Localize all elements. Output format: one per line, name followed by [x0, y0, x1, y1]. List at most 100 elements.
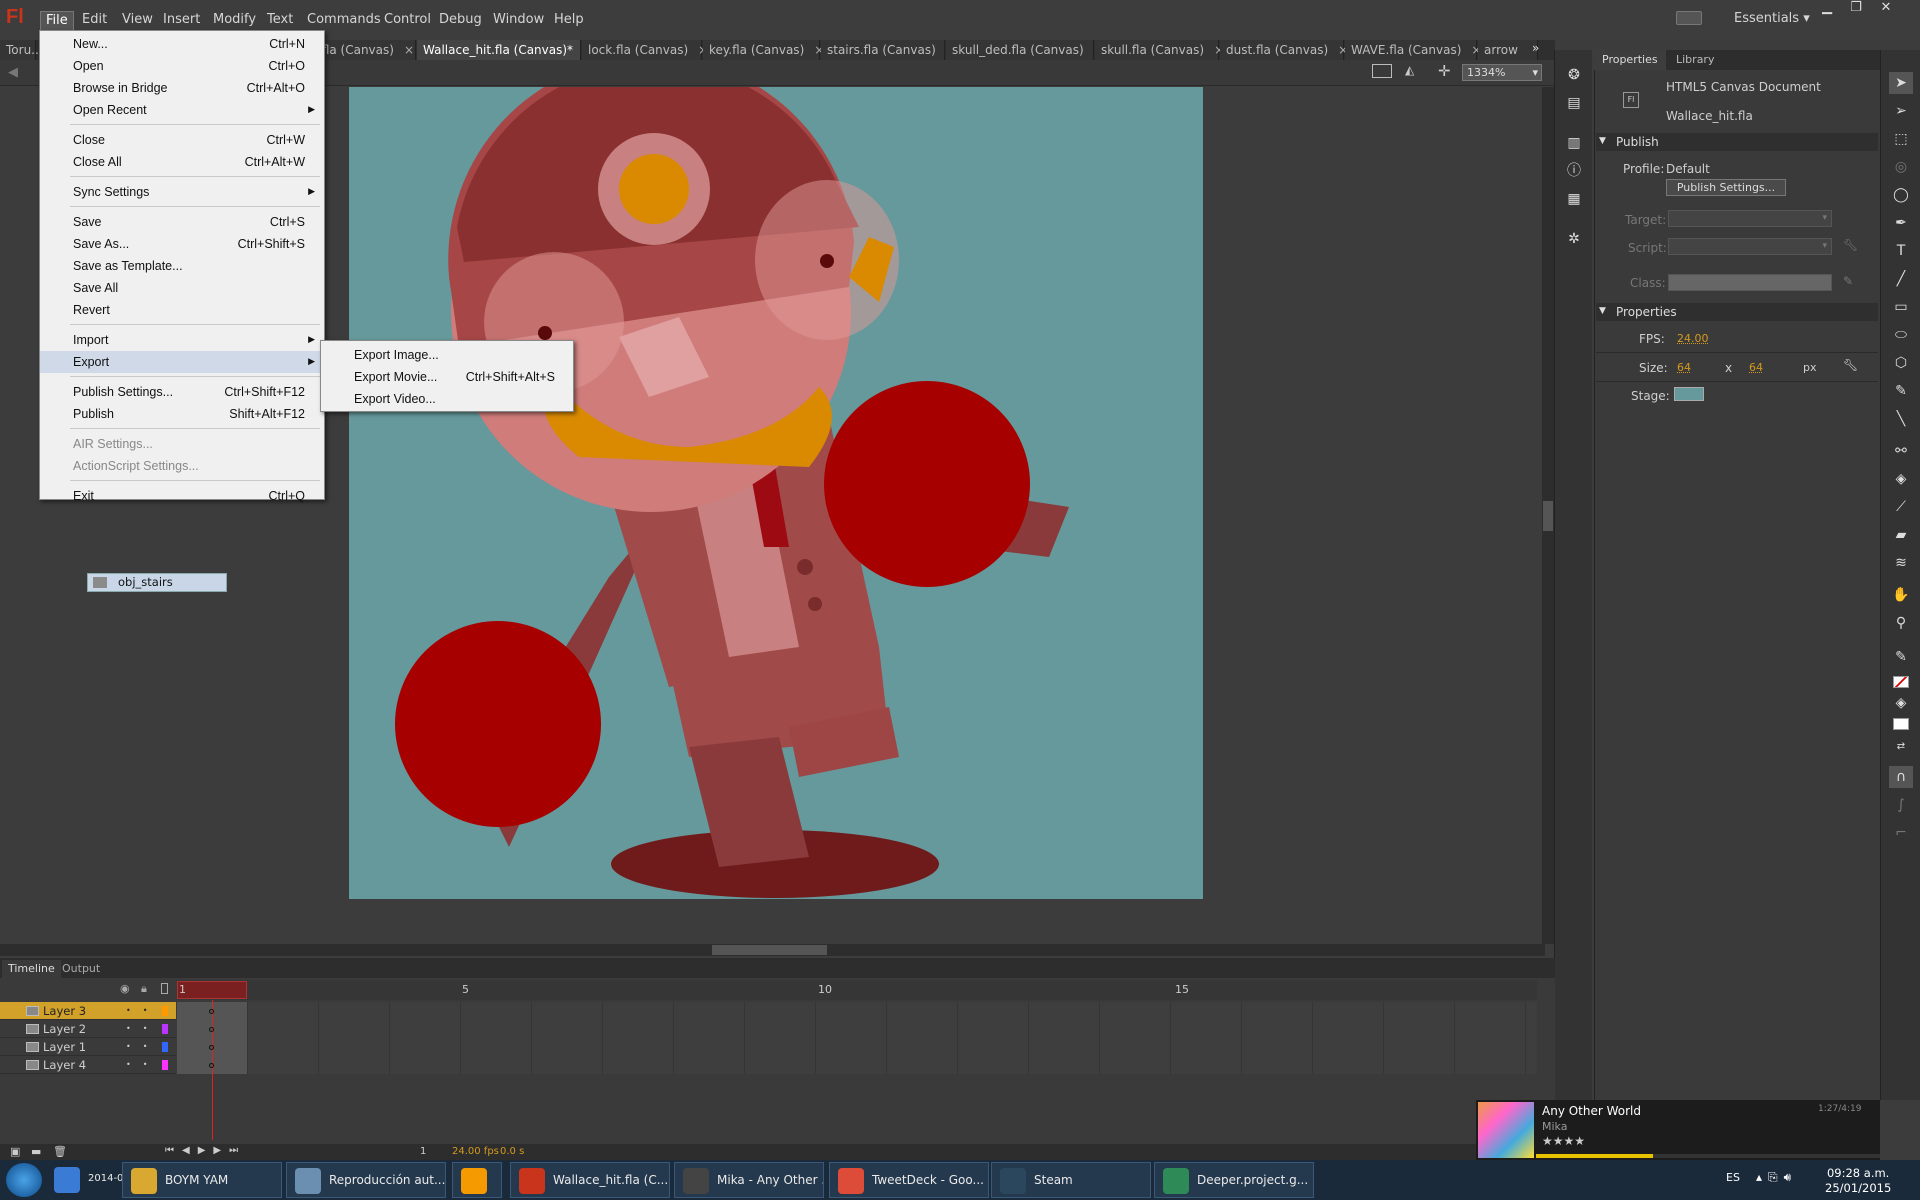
- taskbar-item[interactable]: Reproducción aut...: [286, 1162, 446, 1198]
- current-frame[interactable]: 1: [420, 1146, 426, 1157]
- menu-item-export-image[interactable]: Export Image...: [321, 344, 573, 366]
- maximize-button[interactable]: ❐: [1843, 0, 1869, 20]
- keyframe-dot[interactable]: [209, 1063, 214, 1068]
- pencil-icon[interactable]: ✎: [1843, 274, 1853, 288]
- motion-editor-icon[interactable]: ❂: [1562, 64, 1586, 86]
- document-tab[interactable]: skull.fla (Canvas)×: [1095, 40, 1224, 60]
- document-tab[interactable]: skull_ded.fla (Canvas)×: [946, 40, 1104, 60]
- new-layer-icon[interactable]: ▣: [10, 1145, 20, 1158]
- tab-timeline[interactable]: Timeline: [2, 960, 61, 978]
- menu-item-publish[interactable]: Publish Shift+Alt+F12: [40, 403, 324, 425]
- document-tab[interactable]: .fla (Canvas) ×: [312, 40, 416, 60]
- playhead-frame[interactable]: [177, 981, 247, 999]
- taskbar-item[interactable]: Mika - Any Other ...: [674, 1162, 824, 1198]
- menu-item-air-settings[interactable]: AIR Settings...: [40, 433, 324, 455]
- lasso-tool-icon[interactable]: ◯: [1889, 184, 1913, 206]
- tab-output[interactable]: Output: [56, 960, 106, 978]
- menu-help[interactable]: Help: [549, 11, 589, 31]
- menu-item-save[interactable]: Save Ctrl+S: [40, 211, 324, 233]
- outline-icon[interactable]: [161, 983, 168, 994]
- document-tab[interactable]: arrow: [1478, 40, 1538, 60]
- close-tab-icon[interactable]: ×: [404, 43, 414, 57]
- menu-item-actionscript-settings[interactable]: ActionScript Settings...: [40, 455, 324, 477]
- taskbar-item[interactable]: Wallace_hit.fla (C...: [510, 1162, 670, 1198]
- width-value[interactable]: 64: [1677, 361, 1691, 374]
- document-tab[interactable]: Toru...: [0, 40, 43, 60]
- menu-item-browse-in-bridge[interactable]: Browse in Bridge Ctrl+Alt+O: [40, 77, 324, 99]
- menu-item-save-all[interactable]: Save All: [40, 277, 324, 299]
- menu-item-export-video[interactable]: Export Video...: [321, 388, 573, 410]
- selection-tool-icon[interactable]: ➤: [1889, 72, 1913, 94]
- start-button[interactable]: [6, 1163, 42, 1197]
- menu-item-exit[interactable]: Exit Ctrl+Q: [40, 485, 324, 507]
- library-item-drag[interactable]: obj_stairs: [87, 573, 227, 592]
- document-tab[interactable]: key.fla (Canvas) ×: [703, 40, 824, 60]
- menu-file[interactable]: File: [40, 11, 74, 31]
- hscroll-thumb[interactable]: [712, 945, 827, 955]
- taskbar-item[interactable]: Deeper.project.g...: [1154, 1162, 1314, 1198]
- horizontal-scrollbar[interactable]: [0, 944, 1545, 956]
- menu-commands[interactable]: Commands: [302, 11, 386, 31]
- menu-item-save-as[interactable]: Save As... Ctrl+Shift+S: [40, 233, 324, 255]
- timeline-ruler[interactable]: [177, 980, 1537, 1000]
- menu-text[interactable]: Text: [262, 11, 298, 31]
- tab-overflow-icon[interactable]: »: [1532, 41, 1539, 55]
- stroke-color-icon[interactable]: ✎: [1889, 646, 1913, 668]
- rectangle-tool-icon[interactable]: ▭: [1889, 296, 1913, 318]
- oval-tool-icon[interactable]: ⬭: [1889, 324, 1913, 346]
- align-icon[interactable]: ▤: [1562, 92, 1586, 114]
- snap-magnet-icon[interactable]: ∩: [1889, 766, 1913, 788]
- hand-tool-icon[interactable]: ✋: [1889, 584, 1913, 606]
- menu-item-export[interactable]: Export ▶: [40, 351, 324, 373]
- document-tab[interactable]: stairs.fla (Canvas)×: [821, 40, 956, 60]
- lock-icon[interactable]: 🔒︎: [141, 982, 147, 996]
- back-arrow-icon[interactable]: ◀: [8, 65, 18, 80]
- clapper-icon[interactable]: [1372, 64, 1392, 78]
- edit-symbols-icon[interactable]: ◭: [1405, 63, 1414, 77]
- taskbar-item[interactable]: BOYM YAM: [122, 1162, 282, 1198]
- layer-outline-color[interactable]: [162, 1060, 168, 1070]
- class-field[interactable]: [1668, 274, 1832, 291]
- text-tool-icon[interactable]: T: [1889, 240, 1913, 262]
- workspace-switcher[interactable]: Essentials ▾: [1734, 11, 1810, 26]
- zoom-field[interactable]: 1334% ▾: [1462, 64, 1542, 81]
- system-clock[interactable]: 09:28 a.m. 25/01/2015: [1825, 1166, 1891, 1196]
- menu-item-open-recent[interactable]: Open Recent ▶: [40, 99, 324, 121]
- height-value[interactable]: 64: [1749, 361, 1763, 374]
- menu-item-import[interactable]: Import ▶: [40, 329, 324, 351]
- minimize-button[interactable]: ▁: [1814, 0, 1840, 20]
- layer-row[interactable]: Layer 2 ••: [0, 1020, 176, 1038]
- pen-tool-icon[interactable]: ✒: [1889, 212, 1913, 234]
- eraser-tool-icon[interactable]: ▰: [1889, 524, 1913, 546]
- stroke-color-swatch[interactable]: [1893, 676, 1909, 688]
- menu-item-close[interactable]: Close Ctrl+W: [40, 129, 324, 151]
- menu-item-sync-settings[interactable]: Sync Settings ▶: [40, 181, 324, 203]
- keyframe-dot[interactable]: [209, 1009, 214, 1014]
- layer-outline-color[interactable]: [162, 1042, 168, 1052]
- frame-rate[interactable]: 24.00 fps: [452, 1146, 499, 1157]
- menu-item-export-movie[interactable]: Export Movie... Ctrl+Shift+Alt+S: [321, 366, 573, 388]
- fill-color-swatch[interactable]: [1893, 718, 1909, 730]
- brush-tool-icon[interactable]: ╲: [1889, 408, 1913, 430]
- menu-item-open[interactable]: Open Ctrl+O: [40, 55, 324, 77]
- swatches-icon[interactable]: ▦: [1562, 188, 1586, 210]
- menu-item-close-all[interactable]: Close All Ctrl+Alt+W: [40, 151, 324, 173]
- line-tool-icon[interactable]: ╱: [1889, 268, 1913, 290]
- zoom-tool-icon[interactable]: ⚲: [1889, 612, 1913, 634]
- playback-controls[interactable]: ⏮◀▶▶⏭: [165, 1145, 246, 1156]
- menu-modify[interactable]: Modify: [208, 11, 261, 31]
- menu-debug[interactable]: Debug: [434, 11, 487, 31]
- menu-item-publish-settings[interactable]: Publish Settings... Ctrl+Shift+F12: [40, 381, 324, 403]
- script-select[interactable]: ▾: [1668, 238, 1832, 255]
- close-window-button[interactable]: ✕: [1873, 0, 1899, 20]
- layer-row[interactable]: Layer 1 ••: [0, 1038, 176, 1056]
- layer-visibility-lock-dots[interactable]: ••: [126, 1038, 159, 1056]
- center-stage-icon[interactable]: ✛: [1438, 62, 1451, 80]
- delete-layer-icon[interactable]: 🗑︎: [53, 1145, 67, 1158]
- vertical-scrollbar[interactable]: [1542, 87, 1554, 944]
- taskbar-item[interactable]: [452, 1162, 502, 1198]
- eye-icon[interactable]: ◉: [120, 982, 130, 995]
- document-tab[interactable]: dust.fla (Canvas) ×: [1220, 40, 1348, 60]
- width-tool-icon[interactable]: ≋: [1889, 552, 1913, 574]
- info-icon[interactable]: ⓘ: [1562, 160, 1586, 182]
